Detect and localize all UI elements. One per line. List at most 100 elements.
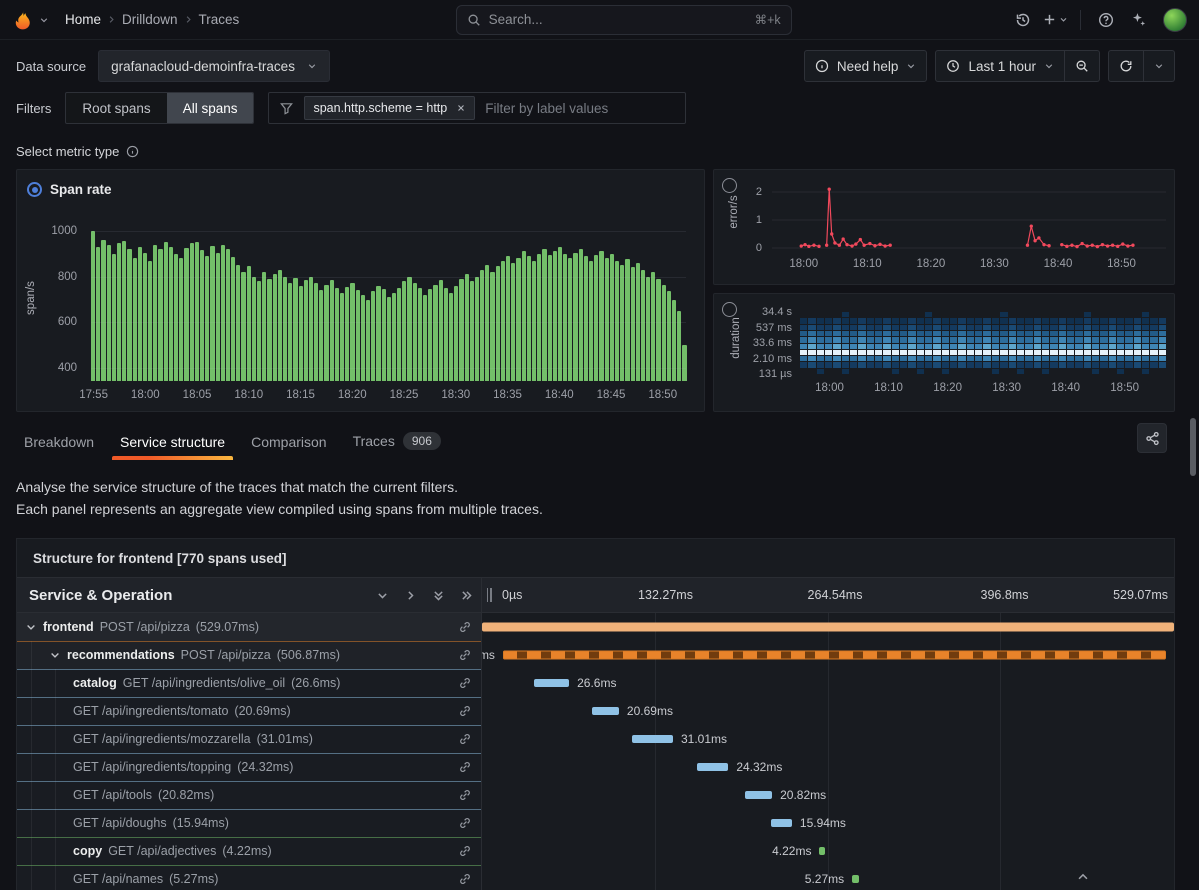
refresh-button[interactable]	[1108, 50, 1144, 82]
operation-name: GET /api/adjectives	[108, 844, 216, 858]
heatmap-cell	[850, 325, 857, 330]
tab-service-structure[interactable]: Service structure	[110, 423, 235, 460]
add-button[interactable]	[1040, 5, 1070, 35]
duration-panel[interactable]: duration 34.4 s537 ms33.6 ms2.10 ms131 µ…	[713, 293, 1175, 412]
heatmap-cell	[1117, 318, 1124, 323]
structure-row[interactable]: GET /api/doughs(15.94ms)15.94ms	[17, 809, 1174, 837]
datasource-picker[interactable]: grafanacloud-demoinfra-traces	[98, 50, 330, 82]
heatmap-cell	[1042, 356, 1049, 361]
span-rate-bar	[444, 288, 448, 381]
heatmap-cell	[817, 344, 824, 349]
tab-breakdown[interactable]: Breakdown	[14, 423, 104, 460]
help-button[interactable]	[1091, 5, 1121, 35]
heatmap-cell	[933, 312, 940, 317]
heatmap-cell	[933, 344, 940, 349]
tab-traces[interactable]: Traces 906	[343, 421, 451, 460]
grafana-logo[interactable]	[12, 9, 33, 31]
link-icon[interactable]	[458, 732, 472, 746]
structure-row[interactable]: recommendationsPOST /api/pizza(506.87ms)…	[17, 641, 1174, 669]
heatmap-cell	[908, 318, 915, 323]
scroll-top-button[interactable]	[1076, 870, 1090, 884]
heatmap-cell	[1042, 331, 1049, 336]
breadcrumb-traces[interactable]: Traces	[199, 12, 240, 27]
span-rate-bar	[96, 247, 100, 381]
description-line-2: Each panel represents an aggregate view …	[16, 498, 1183, 520]
need-help-button[interactable]: Need help	[804, 50, 928, 82]
heatmap-cell	[1084, 325, 1091, 330]
span-rate-bar	[164, 242, 168, 381]
share-button[interactable]	[1137, 423, 1167, 453]
breadcrumb-drilldown[interactable]: Drilldown	[122, 12, 178, 27]
heatmap-cell	[950, 312, 957, 317]
span-rate-bar	[122, 241, 126, 381]
chevron-down-icon[interactable]	[39, 15, 49, 25]
structure-row[interactable]: copyGET /api/adjectives(4.22ms)4.22ms	[17, 837, 1174, 865]
ai-assistant-button[interactable]	[1123, 5, 1153, 35]
structure-row[interactable]: GET /api/names(5.27ms)5.27ms	[17, 865, 1174, 890]
span-rate-radio[interactable]	[27, 182, 42, 197]
heatmap-cell	[1092, 312, 1099, 317]
page-scrollbar-thumb[interactable]	[1190, 418, 1196, 476]
timeline-axis-tick: 0µs	[502, 588, 522, 602]
zoom-out-button[interactable]	[1065, 50, 1100, 82]
errors-radio[interactable]	[722, 178, 737, 193]
duration-radio[interactable]	[722, 302, 737, 317]
heatmap-cell	[1042, 362, 1049, 367]
filter-chip[interactable]: span.http.scheme = http	[304, 96, 475, 120]
tab-comparison[interactable]: Comparison	[241, 423, 336, 460]
search-placeholder: Search...	[489, 12, 747, 27]
link-icon[interactable]	[458, 844, 472, 858]
link-icon[interactable]	[458, 676, 472, 690]
span-rate-bar	[148, 261, 152, 381]
span-duration-label: 31.01ms	[681, 732, 727, 746]
heatmap-cell	[883, 362, 890, 367]
chevron-down-icon[interactable]	[25, 621, 37, 633]
collapse-all-icon[interactable]	[432, 589, 445, 602]
structure-row[interactable]: GET /api/ingredients/mozzarella(31.01ms)…	[17, 725, 1174, 753]
metric-panels: Span rate span/s 4006008001000 17:5518:0…	[0, 169, 1199, 412]
close-icon[interactable]	[456, 103, 466, 113]
heatmap-cell	[1025, 356, 1032, 361]
all-spans-option[interactable]: All spans	[167, 93, 254, 123]
heatmap-cell	[1092, 362, 1099, 367]
collapse-one-icon[interactable]	[376, 589, 389, 602]
heatmap-cell	[1050, 356, 1057, 361]
info-circle-icon[interactable]	[126, 145, 139, 158]
axis-tick: 18:30	[992, 382, 1021, 394]
heatmap-cell	[1050, 369, 1057, 374]
history-button[interactable]	[1008, 5, 1038, 35]
structure-row[interactable]: GET /api/tools(20.82ms)20.82ms	[17, 781, 1174, 809]
expand-one-icon[interactable]	[404, 589, 417, 602]
link-icon[interactable]	[458, 816, 472, 830]
link-icon[interactable]	[458, 620, 472, 634]
refresh-interval-button[interactable]	[1144, 50, 1175, 82]
errors-panel[interactable]: error/s 012 18:0018:1018:2018:3018:4018:…	[713, 169, 1175, 285]
user-avatar[interactable]	[1163, 8, 1187, 32]
heatmap-cell	[1009, 312, 1016, 317]
structure-row[interactable]: catalogGET /api/ingredients/olive_oil(26…	[17, 669, 1174, 697]
heatmap-cell	[983, 369, 990, 374]
expand-all-icon[interactable]	[460, 589, 473, 602]
link-icon[interactable]	[458, 760, 472, 774]
link-icon[interactable]	[458, 648, 472, 662]
column-resize-handle[interactable]	[481, 578, 496, 612]
structure-row[interactable]: GET /api/ingredients/tomato(20.69ms)20.6…	[17, 697, 1174, 725]
heatmap-cell	[892, 350, 899, 355]
breadcrumb-home[interactable]: Home	[65, 12, 101, 27]
span-duration-label: 20.69ms	[627, 704, 673, 718]
link-icon[interactable]	[458, 704, 472, 718]
structure-row[interactable]: GET /api/ingredients/topping(24.32ms)24.…	[17, 753, 1174, 781]
heatmap-cell	[1084, 350, 1091, 355]
time-range-button[interactable]: Last 1 hour	[935, 50, 1065, 82]
link-icon[interactable]	[458, 788, 472, 802]
chevron-down-icon[interactable]	[49, 649, 61, 661]
structure-row[interactable]: frontendPOST /api/pizza(529.07ms)529.07m…	[17, 613, 1174, 641]
heatmap-cell	[842, 362, 849, 367]
funnel-icon	[279, 101, 294, 116]
label-filter-input[interactable]: span.http.scheme = http Filter by label …	[268, 92, 686, 124]
search-input[interactable]: Search... ⌘+k	[456, 5, 792, 35]
link-icon[interactable]	[458, 872, 472, 886]
span-duration-label: 20.82ms	[780, 788, 826, 802]
root-spans-option[interactable]: Root spans	[66, 93, 166, 123]
toolbar: Data source grafanacloud-demoinfra-trace…	[0, 40, 1199, 82]
